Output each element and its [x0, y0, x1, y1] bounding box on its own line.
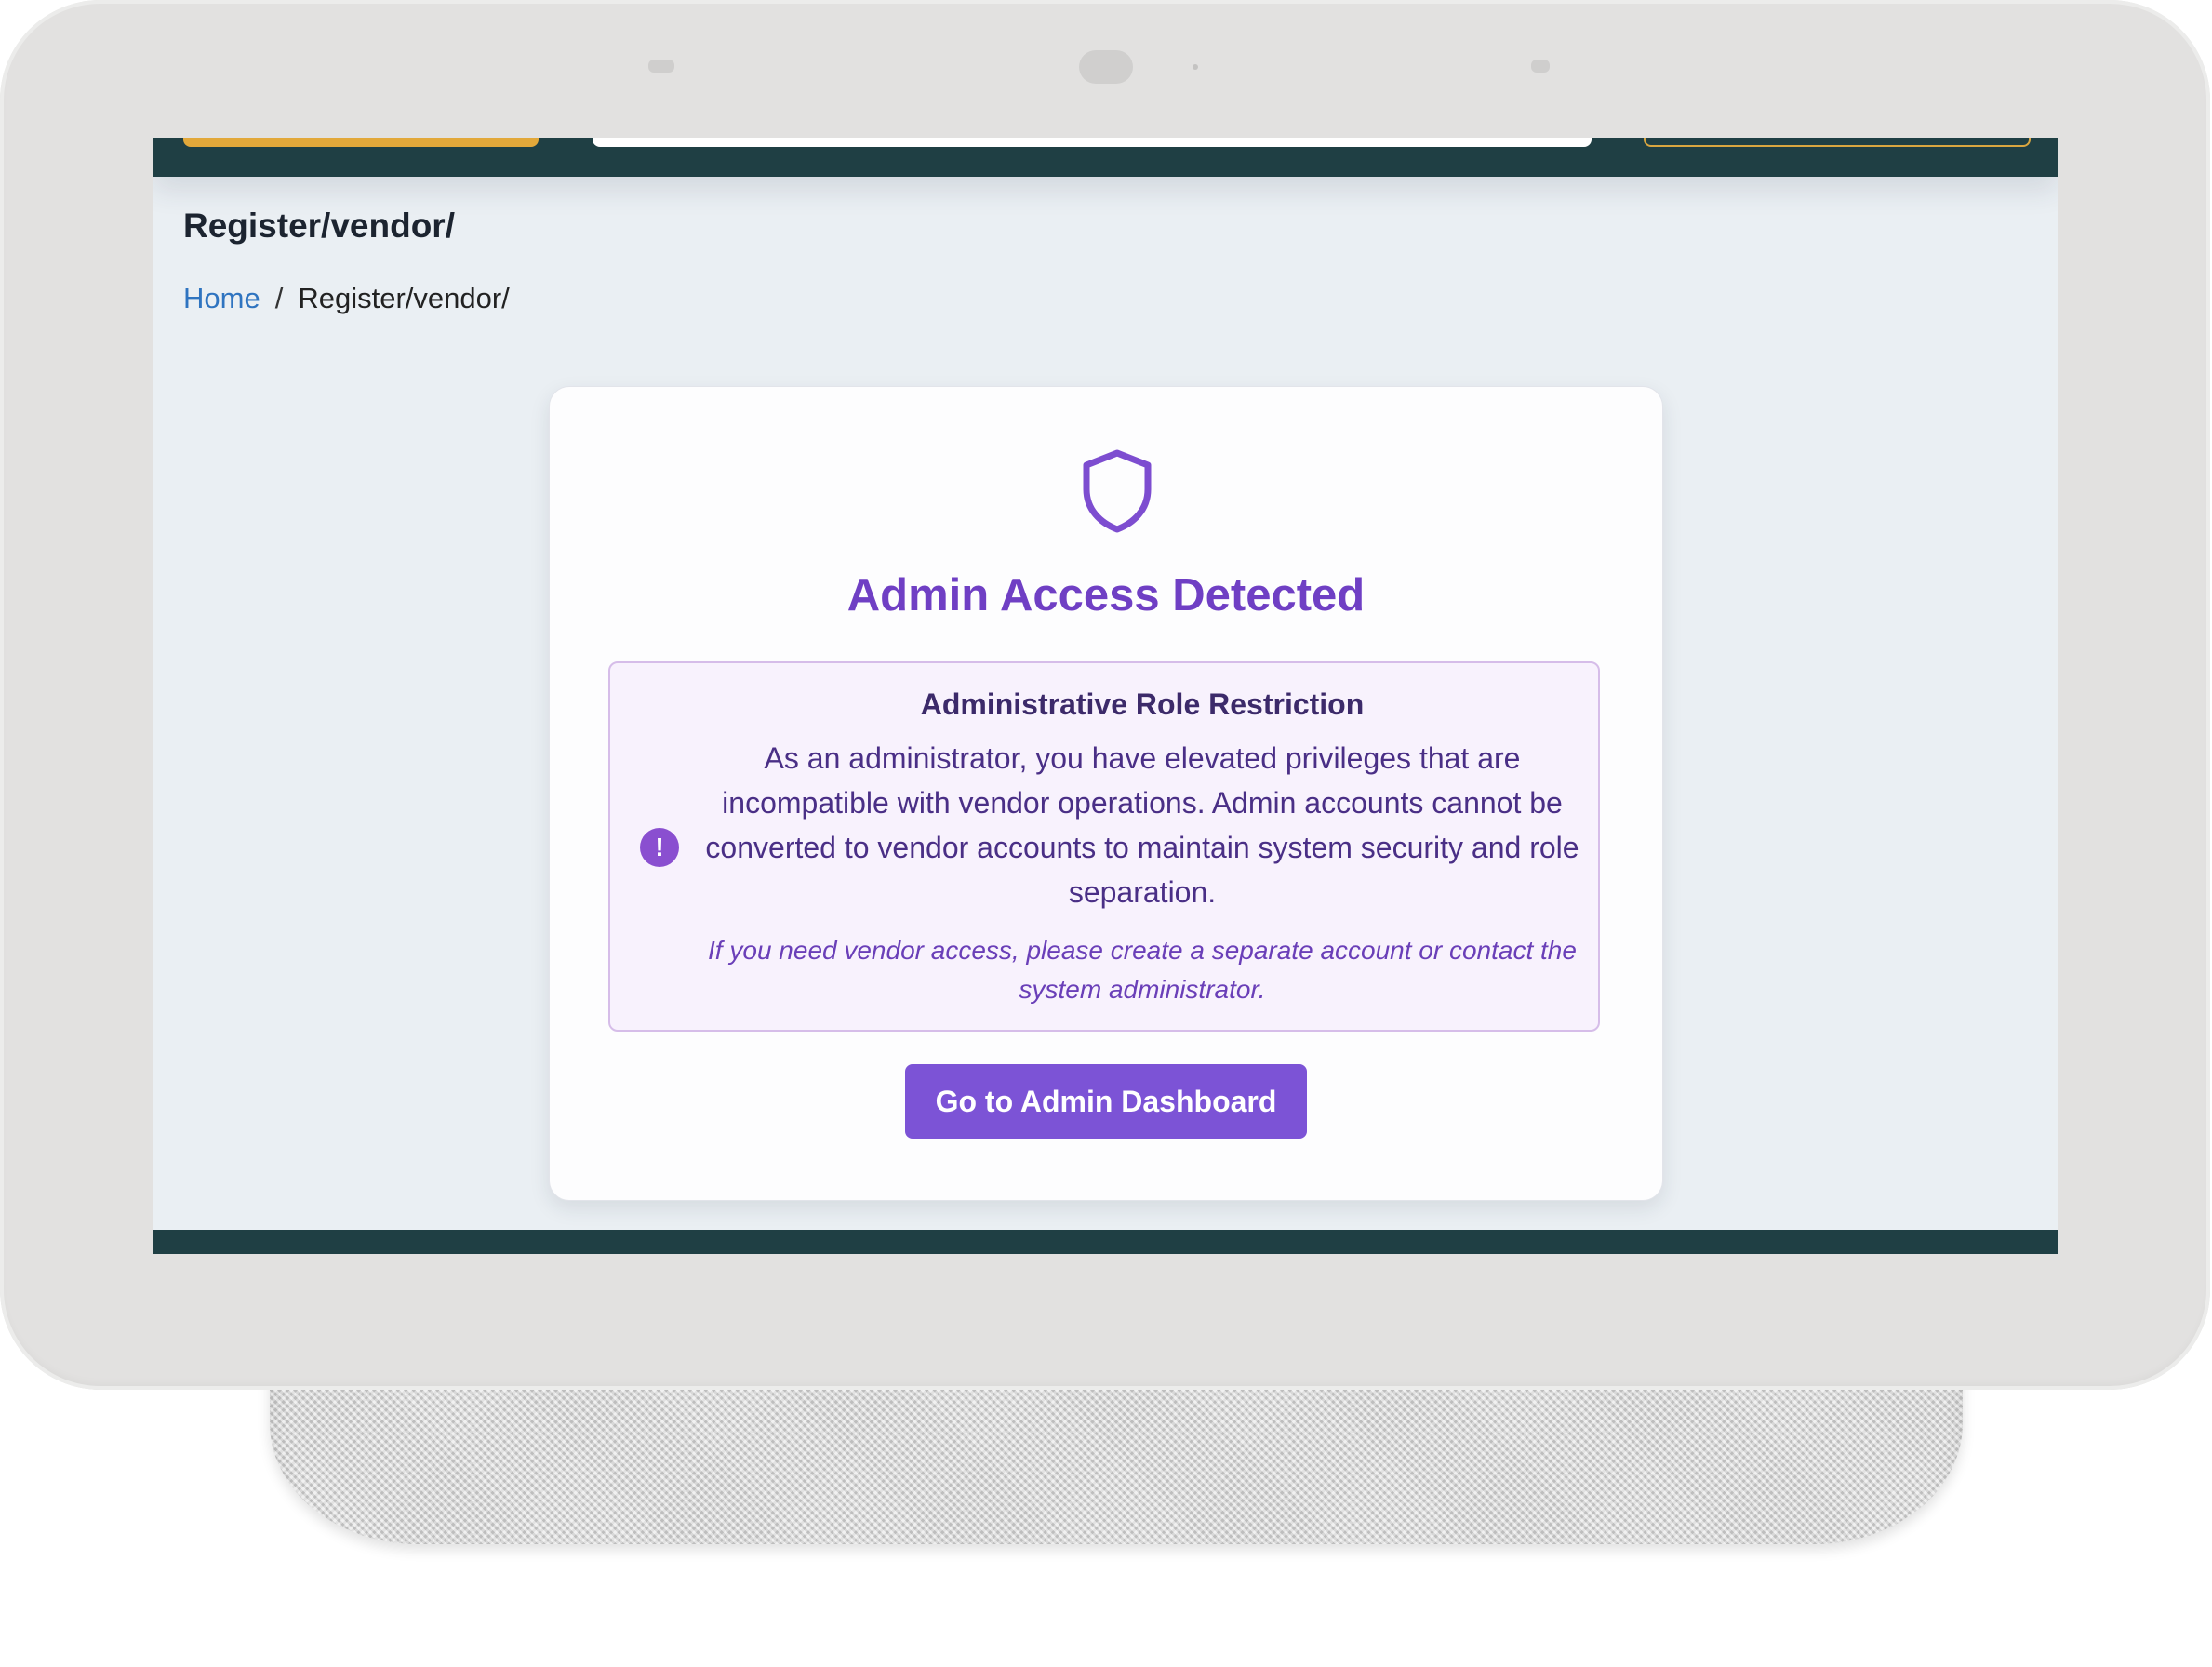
camera — [1079, 50, 1133, 84]
admin-access-card: Admin Access Detected ! Administrative R… — [549, 386, 1663, 1201]
ambient-sensor — [648, 60, 674, 73]
footer-bar — [153, 1230, 2058, 1254]
device-screen: Register/vendor/ Home / Register/vendor/ A… — [153, 138, 2058, 1254]
breadcrumb-current: Register/vendor/ — [298, 282, 510, 314]
device-bezel: Register/vendor/ Home / Register/vendor/ A… — [0, 0, 2210, 1390]
account-button[interactable] — [1644, 138, 2031, 147]
notice-heading: Administrative Role Restriction — [920, 687, 1365, 721]
microphone — [1531, 60, 1550, 73]
card-title: Admin Access Detected — [846, 570, 1366, 620]
exclamation-circle-icon: ! — [640, 828, 679, 867]
breadcrumb-home-link[interactable]: Home — [183, 282, 260, 314]
notice-body: As an administrator, you have elevated p… — [705, 741, 1579, 909]
shield-icon — [1083, 449, 1152, 533]
breadcrumb-separator: / — [274, 282, 284, 314]
page-title: Register/vendor/ — [183, 207, 455, 245]
go-to-admin-dashboard-button[interactable]: Go to Admin Dashboard — [905, 1064, 1307, 1139]
search-input[interactable] — [593, 138, 1592, 147]
breadcrumb: Home / Register/vendor/ — [183, 282, 510, 315]
brand-button[interactable] — [183, 138, 539, 147]
camera-indicator — [1193, 64, 1198, 70]
role-restriction-notice: ! Administrative Role Restriction As an … — [608, 661, 1600, 1032]
top-navbar — [153, 138, 2058, 177]
notice-note: If you need vendor access, please create… — [708, 936, 1577, 1004]
